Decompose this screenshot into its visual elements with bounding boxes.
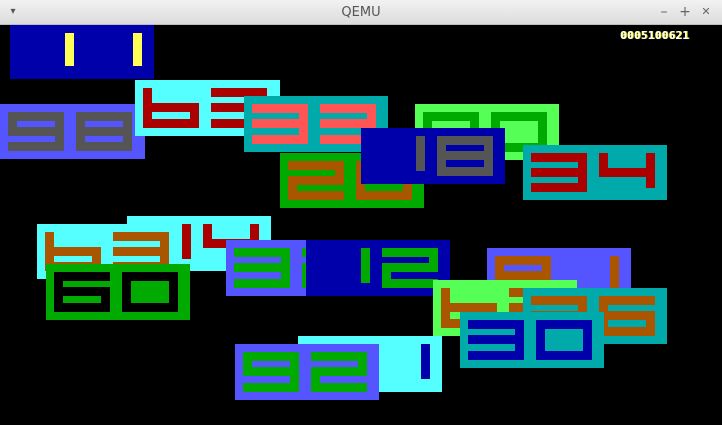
minimize-icon[interactable]: – xyxy=(656,3,672,21)
window-titlebar[interactable]: ▾ QEMU – + ✕ xyxy=(0,0,722,25)
digit-segment xyxy=(234,279,290,288)
digit-segment xyxy=(382,279,438,288)
digit-segment xyxy=(311,383,367,392)
digit-segment xyxy=(252,135,308,144)
vm-screen[interactable]: 0005100621 xyxy=(0,25,722,425)
digit-tile xyxy=(10,25,154,79)
score-counter: 0005100621 xyxy=(620,29,690,42)
digit-segment xyxy=(133,47,142,66)
digit-segment xyxy=(65,47,74,66)
digit-segment xyxy=(421,359,430,379)
digit-segment xyxy=(243,367,299,376)
digit-tile xyxy=(361,128,505,184)
digit-tile xyxy=(0,104,145,159)
digit-segment xyxy=(8,127,64,136)
digit-segment xyxy=(416,151,425,171)
digit-segment xyxy=(143,103,199,112)
digit-tile xyxy=(235,344,379,400)
window-title: QEMU xyxy=(341,5,381,20)
digit-tile xyxy=(460,312,604,368)
digit-segment xyxy=(122,272,131,292)
digit-segment xyxy=(437,151,493,160)
close-icon[interactable]: ✕ xyxy=(698,3,714,21)
digit-segment xyxy=(76,127,132,136)
digit-segment xyxy=(495,271,551,280)
digit-segment xyxy=(243,383,299,392)
digit-tile xyxy=(523,145,667,200)
digit-segment xyxy=(361,263,370,283)
digit-segment xyxy=(599,327,655,336)
digit-segment xyxy=(8,142,64,151)
digit-segment xyxy=(536,320,545,340)
digit-segment xyxy=(54,303,110,312)
maximize-icon[interactable]: + xyxy=(677,3,693,21)
digit-segment xyxy=(531,183,587,192)
digit-segment xyxy=(45,247,101,256)
digit-segment xyxy=(182,239,191,259)
digit-segment xyxy=(441,303,497,312)
digit-tile xyxy=(306,240,450,296)
digit-segment xyxy=(468,351,524,360)
digit-tile xyxy=(46,264,190,320)
digit-segment xyxy=(646,168,655,188)
digit-segment xyxy=(288,191,344,200)
